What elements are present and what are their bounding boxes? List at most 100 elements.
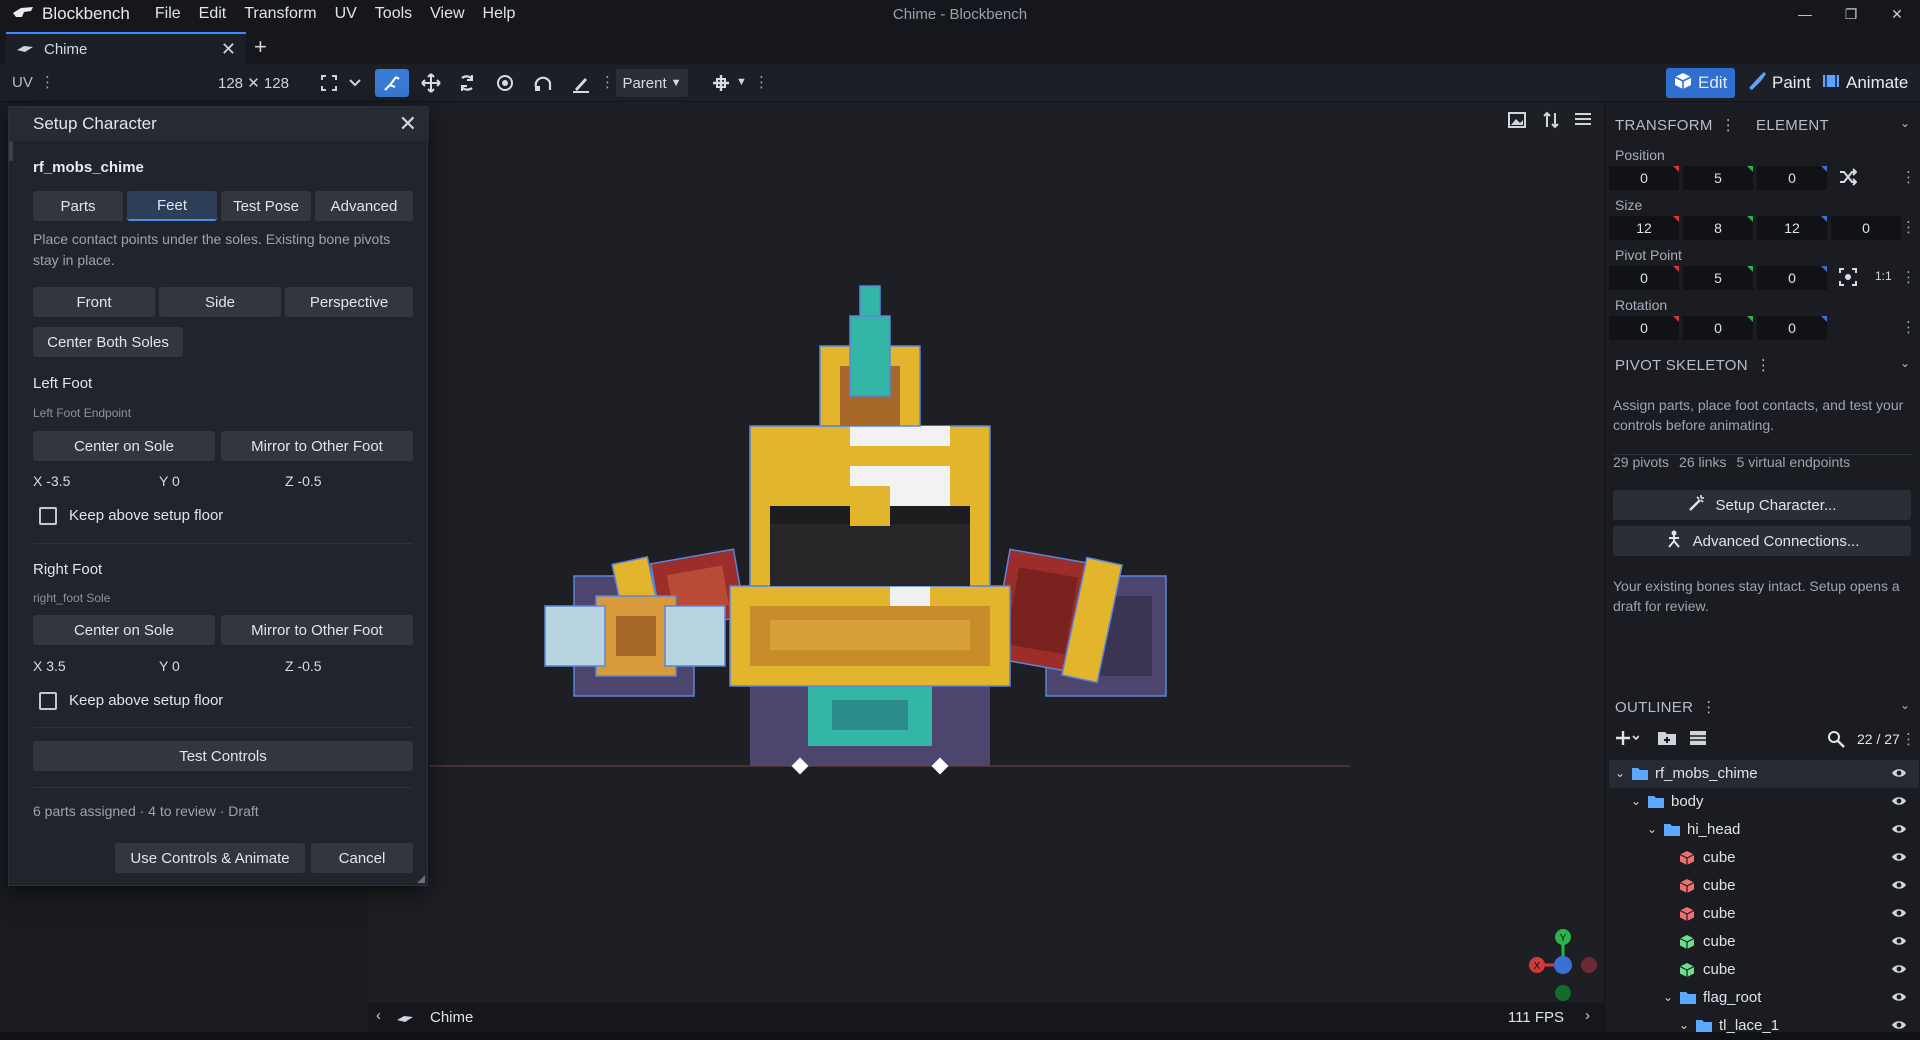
outliner-item[interactable]: ⌄ flag_root [1609, 984, 1919, 1012]
outliner-collapse-icon[interactable]: ⌄ [1900, 698, 1910, 712]
menu-help[interactable]: Help [474, 5, 525, 23]
visibility-eye-icon[interactable] [1891, 850, 1907, 866]
right-keep-above-checkbox[interactable] [39, 692, 57, 710]
left-mirror-button[interactable]: Mirror to Other Foot [221, 431, 413, 461]
visibility-eye-icon[interactable] [1891, 794, 1907, 810]
outliner-item[interactable]: cube [1609, 956, 1919, 984]
right-foot-y[interactable]: Y 0 [159, 658, 180, 674]
tools-menu-icon[interactable]: ⋮ [600, 73, 615, 91]
tab-chime[interactable]: Chime ✕ [6, 32, 246, 64]
close-dialog-icon[interactable]: ✕ [399, 111, 417, 137]
outliner-item[interactable]: cube [1609, 928, 1919, 956]
pivot-x[interactable]: 0 [1609, 266, 1679, 290]
pivot-y[interactable]: 5 [1683, 266, 1753, 290]
right-foot-z[interactable]: Z -0.5 [285, 658, 322, 674]
chevron-down-icon[interactable]: ⌄ [1679, 1018, 1689, 1032]
size-x[interactable]: 12 [1609, 216, 1679, 240]
menu-file[interactable]: File [146, 5, 190, 23]
left-foot-y[interactable]: Y 0 [159, 473, 180, 489]
edit-mode-button[interactable]: Edit [1666, 68, 1736, 98]
tab-parts[interactable]: Parts [33, 191, 123, 221]
pivot-tool-icon[interactable] [375, 69, 409, 97]
restore-icon[interactable]: ❐ [1828, 0, 1874, 28]
right-mirror-button[interactable]: Mirror to Other Foot [221, 615, 413, 645]
size-z[interactable]: 12 [1757, 216, 1827, 240]
tab-test-pose[interactable]: Test Pose [221, 191, 311, 221]
outliner-item[interactable]: ⌄ body [1609, 788, 1919, 816]
outliner-item[interactable]: ⌄ tl_lace_1 [1609, 1012, 1919, 1040]
outliner-item[interactable]: cube [1609, 872, 1919, 900]
center-pivot-icon[interactable] [1839, 268, 1857, 290]
rotation-x[interactable]: 0 [1609, 316, 1679, 340]
add-icon[interactable] [1615, 730, 1640, 750]
rotation-menu-icon[interactable]: ⋮ [1901, 318, 1916, 336]
collapse-all-icon[interactable] [1689, 730, 1707, 750]
inflate[interactable]: 0 [1831, 216, 1901, 240]
outliner-item[interactable]: ⌄ hi_head [1609, 816, 1919, 844]
collapse-icon[interactable]: ⌄ [1900, 116, 1910, 130]
menu-edit[interactable]: Edit [190, 5, 236, 23]
perspective-view-button[interactable]: Perspective [285, 287, 413, 317]
outliner-item[interactable]: cube [1609, 900, 1919, 928]
origin-menu-icon[interactable]: ⋮ [754, 73, 769, 91]
visibility-eye-icon[interactable] [1891, 766, 1907, 782]
search-icon[interactable] [1827, 730, 1845, 752]
tab-transform[interactable]: TRANSFORM [1615, 117, 1713, 134]
visibility-eye-icon[interactable] [1891, 962, 1907, 978]
paint-mode-button[interactable]: Paint [1738, 68, 1819, 98]
vertex-snap-icon[interactable] [528, 69, 558, 97]
uv-menu-icon[interactable]: ⋮ [40, 73, 55, 91]
3d-viewport[interactable]: Y X [368, 102, 1604, 1002]
animate-mode-button[interactable]: Animate [1814, 68, 1916, 98]
transform-space-select[interactable]: Parent ▼ [616, 69, 688, 97]
move-tool-icon[interactable] [416, 69, 446, 97]
position-y[interactable]: 5 [1683, 166, 1753, 190]
menu-transform[interactable]: Transform [235, 5, 325, 23]
front-view-button[interactable]: Front [33, 287, 155, 317]
center-both-soles-button[interactable]: Center Both Soles [33, 327, 183, 357]
chevron-down-icon[interactable]: ⌄ [1647, 822, 1657, 836]
pivot-z[interactable]: 0 [1757, 266, 1827, 290]
resize-handle-icon[interactable] [417, 875, 425, 883]
outliner-menu-icon[interactable]: ⋮ [1701, 698, 1716, 716]
position-menu-icon[interactable]: ⋮ [1901, 168, 1916, 186]
left-foot-z[interactable]: Z -0.5 [285, 473, 322, 489]
visibility-eye-icon[interactable] [1891, 934, 1907, 950]
transform-menu-icon[interactable]: ⋮ [1721, 116, 1736, 134]
pivot-skeleton-menu-icon[interactable]: ⋮ [1756, 356, 1771, 374]
left-keep-above-checkbox[interactable] [39, 507, 57, 525]
menu-tools[interactable]: Tools [366, 5, 421, 23]
pivot-menu-icon[interactable]: ⋮ [1901, 268, 1916, 286]
cancel-button[interactable]: Cancel [311, 843, 413, 873]
pivot-skeleton-collapse-icon[interactable]: ⌄ [1900, 356, 1910, 370]
visibility-eye-icon[interactable] [1891, 990, 1907, 1006]
position-z[interactable]: 0 [1757, 166, 1827, 190]
chevron-left-icon[interactable]: ‹ [376, 1007, 381, 1024]
rotation-z[interactable]: 0 [1757, 316, 1827, 340]
brush-tool-icon[interactable] [566, 69, 596, 97]
new-tab-icon[interactable]: + [254, 34, 267, 60]
chevron-down-icon[interactable]: ⌄ [1631, 794, 1641, 808]
outliner-options-icon[interactable]: ⋮ [1901, 730, 1916, 748]
setup-character-button[interactable]: Setup Character... [1613, 490, 1911, 520]
outliner-item[interactable]: ⌄ rf_mobs_chime [1609, 760, 1919, 788]
close-tab-icon[interactable]: ✕ [221, 39, 236, 60]
menu-view[interactable]: View [421, 5, 473, 23]
visibility-eye-icon[interactable] [1891, 878, 1907, 894]
side-view-button[interactable]: Side [159, 287, 281, 317]
advanced-connections-button[interactable]: Advanced Connections... [1613, 526, 1911, 556]
visibility-eye-icon[interactable] [1891, 906, 1907, 922]
pivot-point-tool-icon[interactable] [490, 69, 520, 97]
visibility-eye-icon[interactable] [1891, 822, 1907, 838]
size-y[interactable]: 8 [1683, 216, 1753, 240]
rotation-y[interactable]: 0 [1683, 316, 1753, 340]
use-controls-animate-button[interactable]: Use Controls & Animate [115, 843, 305, 873]
size-menu-icon[interactable]: ⋮ [1901, 218, 1916, 236]
position-x[interactable]: 0 [1609, 166, 1679, 190]
tab-advanced[interactable]: Advanced [315, 191, 413, 221]
shuffle-icon[interactable] [1839, 168, 1858, 190]
dialog-title-bar[interactable]: Setup Character [9, 107, 429, 141]
tab-feet[interactable]: Feet [127, 191, 217, 221]
fullscreen-icon[interactable] [316, 69, 342, 97]
chevron-down-icon[interactable]: ⌄ [1615, 766, 1625, 780]
